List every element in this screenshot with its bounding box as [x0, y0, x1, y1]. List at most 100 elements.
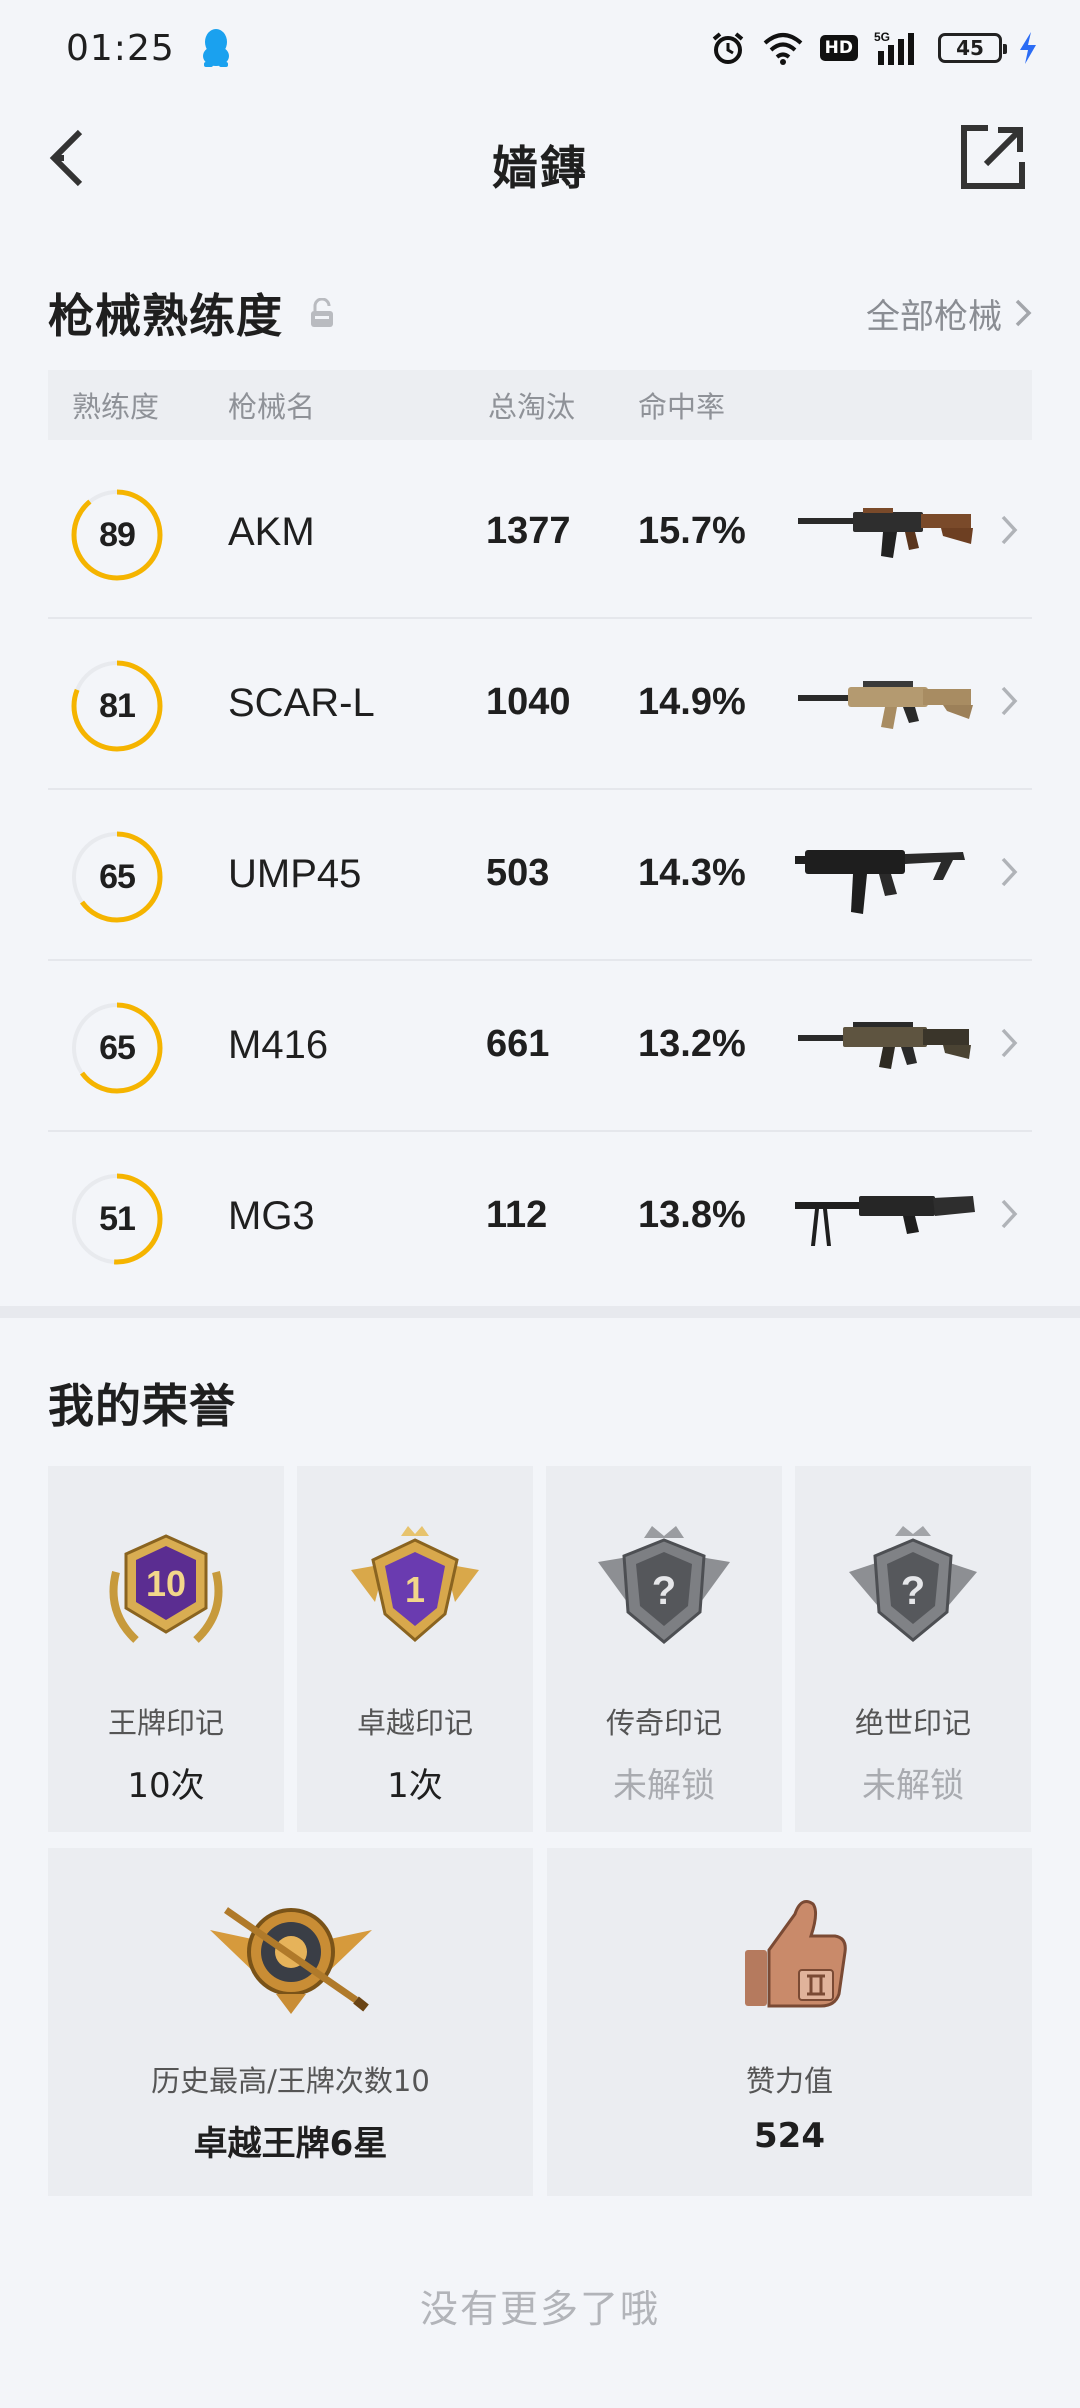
honor-value: 未解锁	[613, 1766, 715, 1806]
honor-label: 绝世印记	[854, 1706, 971, 1740]
excellence-mark-emblem-icon: 1	[345, 1522, 485, 1662]
weapon-section-title-wrap: 枪械熟练度	[48, 280, 335, 346]
weapon-name: MG3	[228, 1194, 315, 1238]
app-header: 嫱鏄	[0, 110, 1080, 206]
m416-rifle-icon	[793, 1001, 978, 1091]
likes-label: 赞力值	[745, 2064, 833, 2098]
honor-value: 未解锁	[862, 1766, 964, 1806]
peerless-mark-emblem-text: ?	[901, 1569, 925, 1613]
weapon-row-m416[interactable]: 65 M416 661 13.2%	[48, 961, 1032, 1132]
honor-card-peerless-mark[interactable]: ? 绝世印记 未解锁	[795, 1466, 1031, 1832]
column-header-hit-rate: 命中率	[638, 390, 726, 424]
page-title: 嫱鏄	[492, 141, 588, 195]
svg-text:5G: 5G	[874, 30, 890, 44]
mastery-value: 51	[99, 1199, 136, 1238]
column-header-mastery: 熟练度	[72, 390, 160, 424]
all-weapons-link[interactable]: 全部枪械	[866, 289, 1032, 338]
chevron-right-icon	[1001, 1028, 1018, 1058]
weapon-hit-rate: 13.2%	[638, 1023, 746, 1065]
mastery-ring: 89	[70, 488, 164, 582]
mg3-lmg-icon	[793, 1172, 978, 1262]
wifi-icon	[762, 31, 804, 65]
weapon-kills: 503	[486, 852, 550, 894]
honor-summary-row: 历史最高/王牌次数10 卓越王牌6星 赞力值 524	[48, 1848, 1032, 2196]
weapon-kills: 661	[486, 1023, 550, 1065]
weapon-hit-rate: 14.3%	[638, 852, 746, 894]
ump-smg-icon	[793, 830, 978, 920]
mastery-ring: 81	[70, 659, 164, 753]
honor-value: 1次	[387, 1766, 443, 1806]
likes-value: 524	[754, 2116, 825, 2156]
weapon-kills: 112	[486, 1194, 548, 1236]
weapon-table-header: 熟练度 枪械名 总淘汰 命中率	[48, 370, 1032, 440]
mastery-value: 65	[99, 857, 136, 896]
thumbs-up-icon	[705, 1890, 875, 2020]
honor-card-excellence-mark[interactable]: 1 卓越印记 1次	[297, 1466, 533, 1832]
chevron-right-icon	[1001, 515, 1018, 545]
weapon-row-ump45[interactable]: 65 UMP45 503 14.3%	[48, 790, 1032, 961]
signal-icon: 5G	[874, 29, 922, 67]
mastery-ring: 51	[70, 1172, 164, 1266]
weapon-hit-rate: 15.7%	[638, 510, 746, 552]
chevron-right-icon	[1001, 1199, 1018, 1229]
status-time: 01:25	[66, 27, 175, 69]
honor-mark-grid: 10 王牌印记 10次 1 卓越印记 1次 ? 传奇印记 未解锁 ? 绝世印记 …	[48, 1466, 1032, 1832]
weapon-list: 89 AKM 1377 15.7% 81 SCAR-L 1040 14.9% 6…	[48, 448, 1032, 1303]
legend-mark-emblem-icon: ?	[594, 1522, 734, 1662]
chevron-right-icon	[1001, 686, 1018, 716]
mastery-value: 89	[99, 515, 136, 554]
share-external-icon	[961, 125, 1025, 189]
honor-label: 传奇印记	[605, 1706, 722, 1740]
akm-rifle-icon	[793, 488, 978, 578]
highest-rank-label: 历史最高/王牌次数10	[151, 2064, 430, 2098]
honor-label: 王牌印记	[107, 1706, 224, 1740]
weapon-section-title: 枪械熟练度	[48, 289, 283, 343]
weapon-name: UMP45	[228, 852, 362, 896]
highest-rank-card[interactable]: 历史最高/王牌次数10 卓越王牌6星	[48, 1848, 533, 2196]
mastery-value: 65	[99, 1028, 136, 1067]
scar-rifle-icon	[793, 659, 978, 749]
honor-card-legend-mark[interactable]: ? 传奇印记 未解锁	[546, 1466, 782, 1832]
mastery-ring: 65	[70, 830, 164, 924]
weapon-name: SCAR-L	[228, 681, 375, 725]
chevron-right-icon	[1001, 857, 1018, 887]
weapon-row-akm[interactable]: 89 AKM 1377 15.7%	[48, 448, 1032, 619]
alarm-icon	[710, 30, 746, 66]
chevron-right-icon	[1015, 299, 1032, 327]
weapon-row-mg3[interactable]: 51 MG3 112 13.8%	[48, 1132, 1032, 1303]
column-header-kills: 总淘汰	[488, 390, 576, 424]
highest-rank-value: 卓越王牌6星	[193, 2124, 388, 2164]
hd-badge: HD	[819, 35, 858, 61]
weapon-section-header: 枪械熟练度 全部枪械	[48, 278, 1032, 348]
legend-mark-emblem-text: ?	[652, 1569, 676, 1613]
section-divider	[0, 1306, 1080, 1318]
status-left: 01:25	[66, 28, 231, 69]
peerless-mark-emblem-icon: ?	[843, 1522, 983, 1662]
ace-mark-emblem-icon: 10	[96, 1522, 236, 1662]
weapon-name: AKM	[228, 510, 315, 554]
mastery-ring: 65	[70, 1001, 164, 1095]
unlock-icon[interactable]	[309, 298, 335, 328]
honor-section-title: 我的荣誉	[48, 1379, 236, 1433]
ace-mark-emblem-text: 10	[146, 1563, 186, 1604]
mastery-value: 81	[99, 686, 136, 725]
rank-badge-icon	[206, 1890, 376, 2020]
status-right: HD 5G 45	[710, 29, 1038, 67]
honor-label: 卓越印记	[356, 1706, 473, 1740]
charging-bolt-icon	[1018, 31, 1038, 65]
likes-card[interactable]: 赞力值 524	[547, 1848, 1032, 2196]
share-button[interactable]	[958, 122, 1028, 192]
weapon-hit-rate: 13.8%	[638, 1194, 746, 1236]
weapon-kills: 1040	[486, 681, 571, 723]
qq-penguin-icon	[201, 28, 231, 68]
excellence-mark-emblem-text: 1	[405, 1569, 425, 1610]
weapon-kills: 1377	[486, 510, 571, 552]
weapon-name: M416	[228, 1023, 329, 1067]
column-header-weapon-name: 枪械名	[228, 390, 316, 424]
no-more-text: 没有更多了哦	[419, 2287, 660, 2331]
honor-value: 10次	[127, 1766, 205, 1806]
honor-card-ace-mark[interactable]: 10 王牌印记 10次	[48, 1466, 284, 1832]
weapon-row-scar-l[interactable]: 81 SCAR-L 1040 14.9%	[48, 619, 1032, 790]
battery-indicator: 45	[938, 33, 1007, 63]
status-bar: 01:25 HD 5G 45	[0, 0, 1080, 96]
